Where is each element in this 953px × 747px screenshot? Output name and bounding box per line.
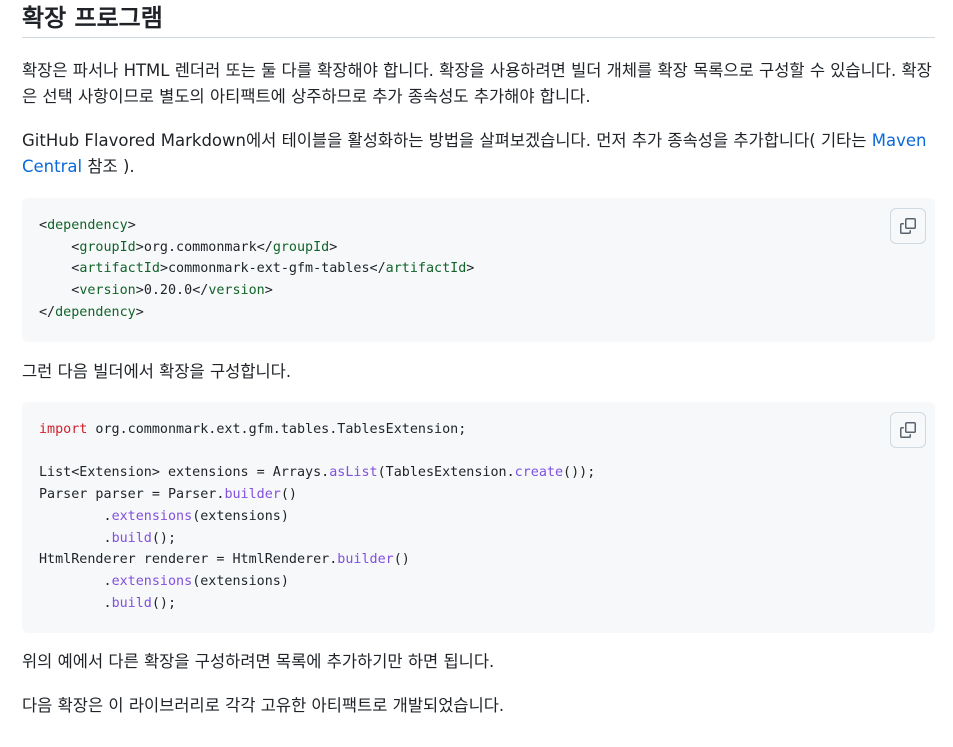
- xml-tag: groupId: [272, 239, 330, 255]
- java-text: List<Extension> extensions = Arrays.: [39, 465, 330, 481]
- code-line: HtmlRenderer renderer = HtmlRenderer.bui…: [39, 552, 410, 567]
- intro-paragraph: 확장은 파서나 HTML 렌더러 또는 둘 다를 확장해야 합니다. 확장을 사…: [22, 61, 932, 106]
- code-line: <version>0.20.0</version>: [39, 283, 273, 299]
- xml-tag: groupId: [79, 239, 136, 255]
- xml-code-block: <dependency> <groupId>org.commonmark</gr…: [22, 198, 935, 342]
- java-keyword: import: [39, 422, 88, 437]
- java-method: build: [111, 530, 152, 546]
- xml-tag: artifactId: [385, 261, 467, 277]
- code-line: List<Extension> extensions = Arrays.asLi…: [39, 465, 595, 480]
- java-method: extensions: [111, 573, 193, 589]
- xml-value: org.commonmark: [143, 239, 257, 255]
- java-text: HtmlRenderer renderer = HtmlRenderer.: [39, 552, 338, 568]
- markdown-body: 확장 프로그램 확장은 파서나 HTML 렌더러 또는 둘 다를 확장해야 합니…: [22, 0, 935, 719]
- java-text: (extensions): [192, 573, 289, 589]
- code-line: .build();: [39, 596, 176, 611]
- code-line: Parser parser = Parser.builder(): [39, 487, 297, 502]
- java-text: ();: [151, 530, 177, 546]
- java-text: (): [280, 487, 297, 503]
- copy-button[interactable]: [890, 412, 926, 448]
- copy-button[interactable]: [890, 208, 926, 244]
- add-more-paragraph: 위의 예에서 다른 확장을 구성하려면 목록에 추가하기만 하면 됩니다.: [22, 652, 495, 671]
- java-text: .: [39, 508, 112, 524]
- configure-paragraph: 그런 다음 빌더에서 확장을 구성합니다.: [22, 362, 292, 381]
- java-method: build: [111, 595, 152, 611]
- java-text: ());: [563, 465, 596, 481]
- xml-code: <dependency> <groupId>org.commonmark</gr…: [39, 215, 918, 324]
- code-line: <artifactId>commonmark-ext-gfm-tables</a…: [39, 261, 475, 277]
- xml-tag: artifactId: [79, 261, 160, 277]
- gfm-text-before-link: GitHub Flavored Markdown에서 테이블을 활성화하는 방법…: [22, 131, 872, 150]
- gfm-paragraph: GitHub Flavored Markdown에서 테이블을 활성화하는 방법…: [22, 128, 935, 180]
- java-method: builder: [337, 552, 394, 568]
- copy-icon: [900, 218, 916, 234]
- java-text: .: [39, 595, 112, 611]
- java-text: Parser parser = Parser.: [39, 487, 225, 503]
- code-line: import org.commonmark.ext.gfm.tables.Tab…: [39, 422, 466, 437]
- xml-tag: dependency: [55, 304, 136, 320]
- xml-value: 0.20.0: [143, 283, 193, 299]
- code-line: .extensions(extensions): [39, 573, 289, 589]
- xml-tag: dependency: [47, 218, 128, 233]
- java-text: (): [393, 552, 410, 568]
- java-method: asList: [329, 465, 378, 481]
- java-code-block: import org.commonmark.ext.gfm.tables.Tab…: [22, 402, 935, 633]
- copy-icon: [900, 422, 916, 438]
- java-method: create: [514, 465, 564, 481]
- code-line: <dependency>: [39, 218, 136, 233]
- code-line: .extensions(extensions): [39, 508, 289, 524]
- code-line: .build();: [39, 531, 176, 546]
- following-paragraph: 다음 확장은 이 라이브러리로 각각 고유한 아티팩트로 개발되었습니다.: [22, 696, 505, 715]
- java-text: org.commonmark.ext.gfm.tables.TablesExte…: [87, 422, 467, 437]
- java-text: (TablesExtension.: [377, 465, 515, 481]
- java-method: builder: [224, 487, 281, 503]
- java-method: extensions: [111, 508, 193, 524]
- code-line: <groupId>org.commonmark</groupId>: [39, 239, 338, 255]
- xml-tag: version: [79, 283, 136, 299]
- java-code: import org.commonmark.ext.gfm.tables.Tab…: [39, 419, 918, 614]
- xml-tag: version: [208, 283, 265, 299]
- java-text: ();: [151, 595, 177, 611]
- section-heading: 확장 프로그램: [22, 0, 935, 38]
- java-text: (extensions): [192, 508, 289, 524]
- code-line: </dependency>: [39, 304, 144, 320]
- java-text: .: [39, 530, 112, 546]
- java-text: .: [39, 573, 112, 589]
- gfm-text-after-link: 참조 ).: [82, 157, 135, 176]
- xml-value: commonmark-ext-gfm-tables: [168, 261, 370, 277]
